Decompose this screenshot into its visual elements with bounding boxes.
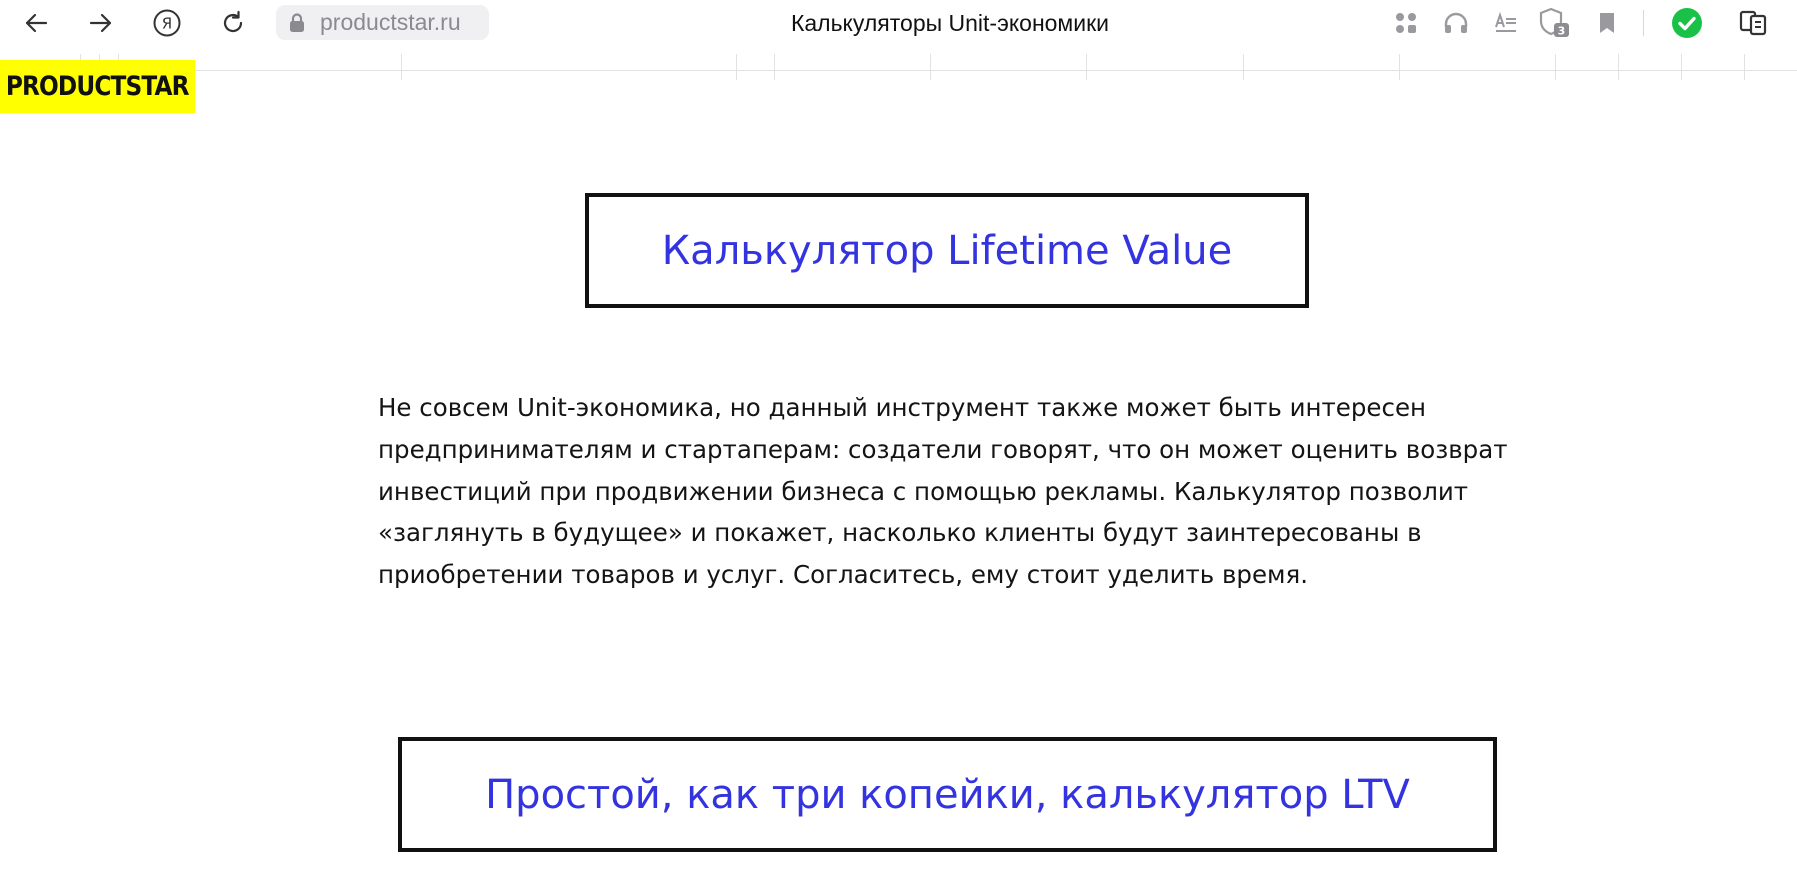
reload-button[interactable]	[215, 5, 251, 41]
yandex-button[interactable]: Я	[149, 5, 185, 41]
bookmark-icon	[1600, 13, 1614, 33]
browser-toolbar: Я productstar.ru Калькуляторы Unit-эконо…	[0, 0, 1797, 46]
productstar-logo[interactable]: PRODUCTSTAR	[0, 60, 195, 113]
extension-button[interactable]	[1735, 5, 1771, 41]
lock-icon	[286, 12, 308, 34]
apps-button[interactable]	[1388, 5, 1424, 41]
yandex-icon: Я	[153, 9, 181, 37]
audio-button[interactable]	[1438, 5, 1474, 41]
address-bar[interactable]: productstar.ru	[276, 5, 489, 40]
arrow-left-icon	[25, 13, 48, 33]
table-grid-remnant	[0, 46, 1797, 80]
arrow-right-icon	[89, 13, 112, 33]
forward-button[interactable]	[83, 5, 119, 41]
verified-button[interactable]	[1669, 5, 1705, 41]
url-text: productstar.ru	[320, 9, 461, 35]
heading-text: Простой, как три копейки, калькулятор LT…	[485, 771, 1410, 818]
page-title: Калькуляторы Unit-экономики	[790, 10, 1110, 36]
bookmark-button[interactable]	[1589, 5, 1625, 41]
headphones-icon	[1444, 12, 1468, 33]
reload-icon	[223, 10, 243, 33]
back-button[interactable]	[18, 5, 54, 41]
extension-icon	[1739, 10, 1767, 36]
check-circle-icon	[1672, 8, 1702, 38]
section-heading-ltv-calculator: Калькулятор Lifetime Value	[585, 193, 1309, 308]
logo-text: PRODUCTSTAR	[6, 71, 190, 102]
apps-icon	[1396, 13, 1416, 33]
shield-icon: 3	[1539, 7, 1569, 38]
heading-text: Калькулятор Lifetime Value	[661, 227, 1233, 274]
protect-button[interactable]: 3	[1536, 5, 1572, 41]
section-heading-simple-ltv: Простой, как три копейки, калькулятор LT…	[398, 737, 1497, 852]
article-paragraph: Не совсем Unit-экономика, но данный инст…	[378, 393, 1508, 590]
svg-text:Я: Я	[162, 15, 172, 33]
reader-icon	[1495, 12, 1516, 32]
toolbar-divider	[1643, 10, 1644, 36]
reader-mode-button[interactable]	[1488, 5, 1524, 41]
shield-badge: 3	[1558, 25, 1566, 38]
